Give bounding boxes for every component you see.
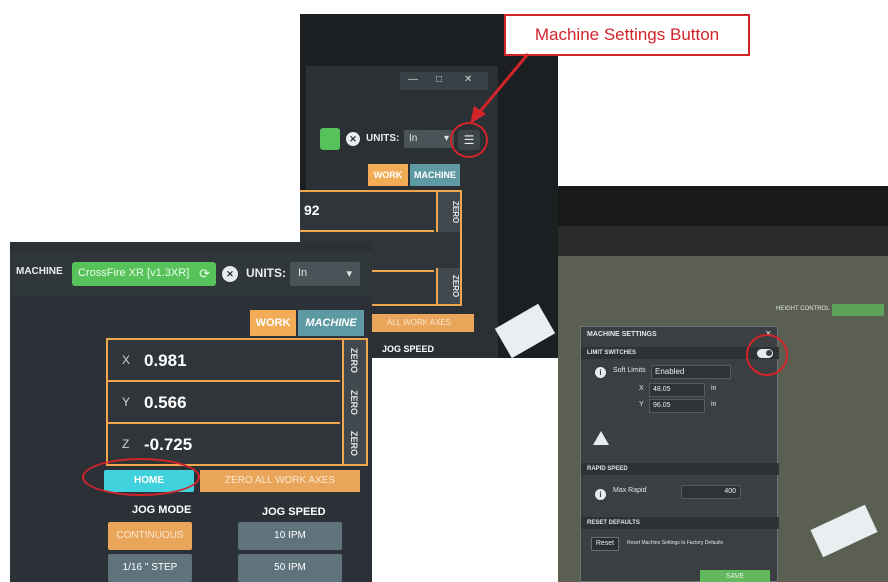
- coordinates-panel: X 0.981 Y 0.566 Z -0.725 ZERO ZERO ZERO: [106, 338, 368, 466]
- chevron-down-icon: ▾: [346, 268, 352, 280]
- rapid-speed-section: RAPID SPEED: [581, 463, 779, 475]
- reset-description: Reset Machine Settings to Factory Defaul…: [627, 540, 724, 546]
- y-limit-input[interactable]: 96.05: [649, 399, 705, 413]
- y-limit-label: Y: [639, 401, 644, 408]
- refresh-icon[interactable]: ⟳: [199, 266, 210, 282]
- minimize-icon[interactable]: —: [408, 74, 418, 85]
- jog-speed-label: JOG SPEED: [382, 344, 435, 354]
- x-limit-input[interactable]: 48.05: [649, 383, 705, 397]
- glare: [494, 303, 556, 358]
- jog-10ipm-button[interactable]: 10 IPM: [238, 522, 342, 550]
- y-unit: in: [711, 401, 717, 408]
- units-dropdown[interactable]: In ▾: [404, 130, 454, 148]
- machine-selector[interactable]: [320, 128, 340, 150]
- units-label: UNITS:: [366, 133, 400, 144]
- zero-button[interactable]: ZERO: [436, 268, 460, 304]
- units-value: In: [409, 133, 418, 144]
- jog-50ipm-button[interactable]: 50 IPM: [238, 554, 342, 582]
- tab-work[interactable]: WORK: [368, 164, 408, 186]
- axis-label: Z: [122, 437, 130, 451]
- machine-label: MACHINE: [16, 266, 63, 277]
- tab-machine[interactable]: MACHINE: [410, 164, 460, 186]
- axis-value: -0.725: [144, 435, 193, 454]
- coord-value: 92: [304, 202, 320, 218]
- soft-limits-label: Soft Limits: [613, 367, 646, 374]
- zero-z-button[interactable]: ZERO: [342, 424, 366, 464]
- zero-all-button[interactable]: ZERO ALL WORK AXES: [200, 470, 360, 492]
- jog-mode-label: JOG MODE: [132, 504, 192, 516]
- save-button[interactable]: SAVE: [700, 570, 770, 582]
- highlight-circle: [82, 458, 200, 496]
- height-control-toggle[interactable]: [832, 304, 884, 316]
- coord-row-x: X 0.981: [108, 340, 340, 382]
- warning-icon: [593, 431, 609, 445]
- info-icon: i: [595, 489, 606, 500]
- callout-label: Machine Settings Button: [504, 14, 750, 56]
- soft-limits-select[interactable]: Enabled: [651, 365, 731, 379]
- reset-button[interactable]: Reset: [591, 537, 619, 551]
- tab-work[interactable]: WORK: [250, 310, 296, 336]
- axis-value: 0.981: [144, 351, 187, 370]
- zero-y-button[interactable]: ZERO: [342, 382, 366, 424]
- max-rapid-input[interactable]: 400: [681, 485, 741, 499]
- zero-all-button[interactable]: ALL WORK AXES: [364, 314, 474, 332]
- zero-x-button[interactable]: ZERO: [342, 340, 366, 382]
- reset-defaults-section: RESET DEFAULTS: [581, 517, 779, 529]
- height-control-bar: HEIGHT CONTROL: [758, 304, 888, 316]
- close-circle-icon[interactable]: ✕: [346, 132, 360, 146]
- units-label: UNITS:: [246, 266, 286, 280]
- info-icon: i: [595, 367, 606, 378]
- coord-row-y: Y 0.566: [108, 382, 340, 424]
- height-control-label: HEIGHT CONTROL: [776, 306, 830, 312]
- jog-speed-label: JOG SPEED: [262, 506, 326, 518]
- coord-row: 92: [300, 192, 434, 232]
- background-dark: [558, 186, 888, 226]
- jog-continuous-button[interactable]: CONTINUOUS: [108, 522, 192, 550]
- machine-selector[interactable]: CrossFire XR [v1.3XR] ⟳: [72, 262, 216, 286]
- callout-arrow: [470, 53, 530, 124]
- x-limit-label: X: [639, 385, 644, 392]
- right-photo: HEIGHT CONTROL MACHINE SETTINGS ✕ LIMIT …: [558, 186, 888, 582]
- axis-value: 0.566: [144, 393, 187, 412]
- chevron-down-icon: ▾: [443, 133, 449, 144]
- highlight-circle: [746, 334, 788, 376]
- machine-bar: MACHINE CrossFire XR [v1.3XR] ⟳ ✕ UNITS:…: [10, 252, 372, 296]
- dialog-title: MACHINE SETTINGS: [587, 331, 657, 338]
- left-photo: MACHINE CrossFire XR [v1.3XR] ⟳ ✕ UNITS:…: [10, 242, 372, 582]
- axis-label: Y: [122, 395, 131, 409]
- jog-step-button[interactable]: 1/16 " STEP: [108, 554, 192, 582]
- axis-label: X: [122, 353, 131, 367]
- zero-button[interactable]: ZERO: [436, 192, 460, 232]
- close-circle-icon[interactable]: ✕: [222, 266, 238, 282]
- units-value: In: [298, 267, 308, 279]
- units-dropdown[interactable]: In ▾: [290, 262, 360, 286]
- machine-name: CrossFire XR [v1.3XR]: [78, 267, 190, 279]
- x-unit: in: [711, 385, 717, 392]
- max-rapid-label: Max Rapid: [613, 487, 647, 494]
- tab-machine[interactable]: MACHINE: [298, 310, 364, 336]
